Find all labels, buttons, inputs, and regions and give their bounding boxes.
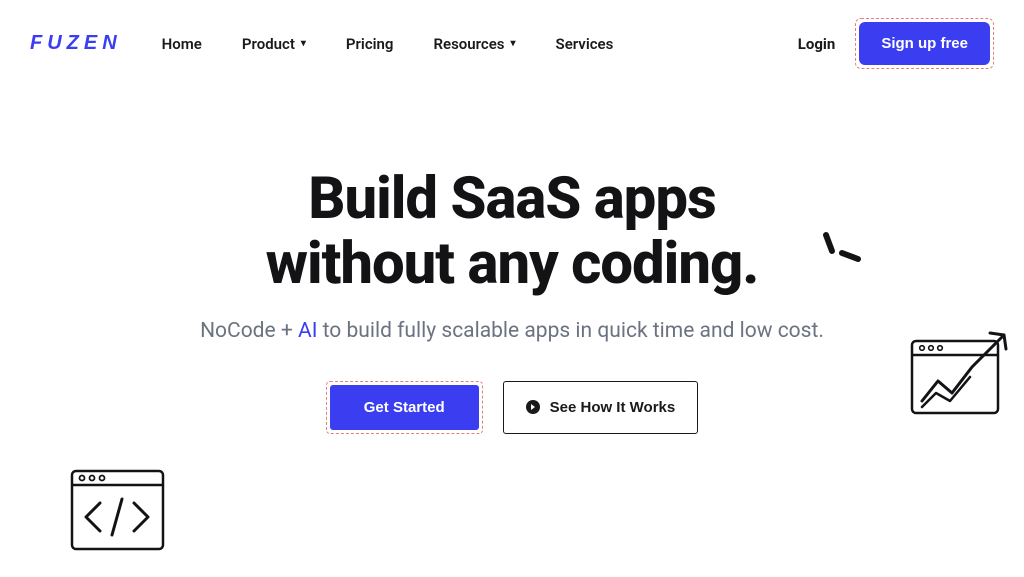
chevron-down-icon: ▾ <box>511 38 516 49</box>
nav-resources[interactable]: Resources ▾ <box>433 35 515 53</box>
subhead-accent: AI <box>298 319 317 343</box>
see-how-it-works-button[interactable]: See How It Works <box>503 381 699 434</box>
main-nav: Home Product ▾ Pricing Resources ▾ Servi… <box>162 35 614 53</box>
chart-window-icon <box>904 327 1014 419</box>
headline-line-1: Build SaaS apps <box>308 165 716 233</box>
nav-pricing-label: Pricing <box>346 35 394 53</box>
cta-primary-highlight: Get Started <box>326 381 483 434</box>
hero-section: Build SaaS apps without any coding. NoCo… <box>0 87 1024 434</box>
chevron-down-icon: ▾ <box>301 38 306 49</box>
subhead-post: to build fully scalable apps in quick ti… <box>317 319 823 343</box>
nav-product-label: Product <box>242 35 295 53</box>
play-icon <box>526 400 540 414</box>
cta-secondary-label: See How It Works <box>550 399 676 416</box>
nav-right: Login Sign up free <box>798 18 994 69</box>
nav-services-label: Services <box>556 35 614 53</box>
signup-highlight: Sign up free <box>855 18 994 69</box>
cta-row: Get Started See How It Works <box>0 381 1024 434</box>
subhead-pre: NoCode + <box>200 319 298 343</box>
hero-subhead: NoCode + AI to build fully scalable apps… <box>0 319 1024 343</box>
nav-product[interactable]: Product ▾ <box>242 35 306 53</box>
nav-home-label: Home <box>162 35 202 53</box>
nav-home[interactable]: Home <box>162 35 202 53</box>
spark-icon <box>814 227 864 277</box>
login-link[interactable]: Login <box>798 35 836 53</box>
headline-line-2: without any coding. <box>266 230 759 298</box>
top-nav: FUZEN Home Product ▾ Pricing Resources ▾… <box>0 0 1024 87</box>
get-started-button[interactable]: Get Started <box>330 385 479 430</box>
hero-headline: Build SaaS apps without any coding. <box>112 167 912 297</box>
logo[interactable]: FUZEN <box>30 32 122 55</box>
code-window-icon <box>70 469 165 551</box>
nav-resources-label: Resources <box>433 35 504 53</box>
signup-button[interactable]: Sign up free <box>859 22 990 65</box>
nav-pricing[interactable]: Pricing <box>346 35 394 53</box>
nav-services[interactable]: Services <box>556 35 614 53</box>
